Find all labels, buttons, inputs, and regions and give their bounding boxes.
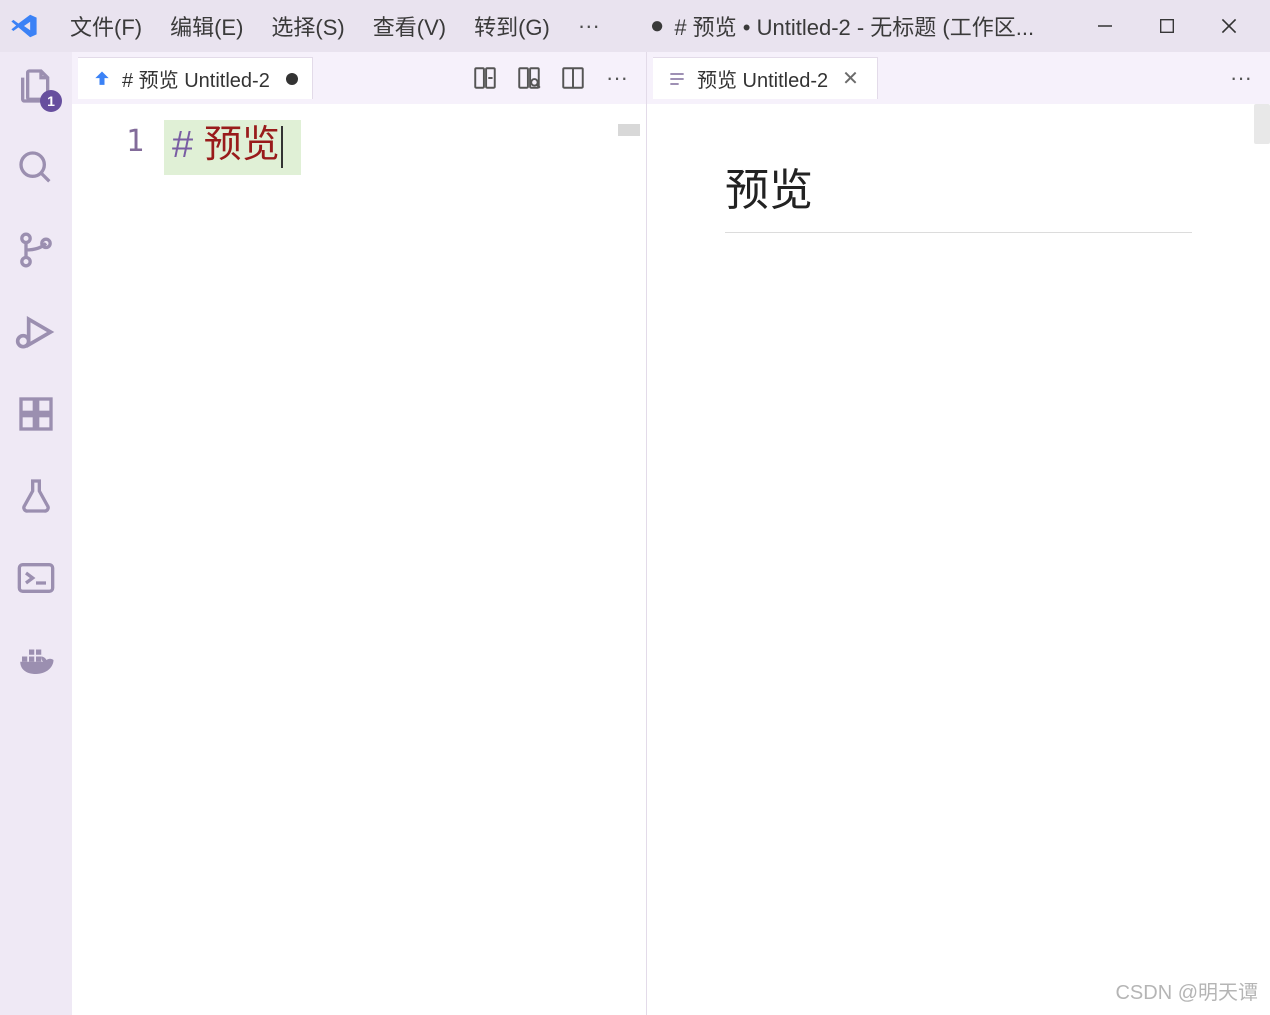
menu-view[interactable]: 查看(V) <box>359 6 460 46</box>
activity-run-debug[interactable] <box>12 308 60 356</box>
line-number-1: 1 <box>72 124 144 159</box>
menu-go[interactable]: 转到(G) <box>460 6 564 46</box>
close-icon <box>1218 15 1240 37</box>
code-area[interactable]: # 预览 <box>164 104 646 1015</box>
ellipsis-icon: ··· <box>606 65 628 91</box>
window-title: ● # 预览 • Untitled-2 - 无标题 (工作区... <box>650 10 1074 42</box>
tab-close-button[interactable]: ✕ <box>838 66 863 91</box>
tab-actions-right: ··· <box>1224 61 1264 95</box>
activity-testing[interactable] <box>12 472 60 520</box>
modified-indicator-icon: ● <box>650 12 665 40</box>
more-actions-right[interactable]: ··· <box>1224 61 1258 95</box>
preview-heading: 预览 <box>725 154 1192 233</box>
activity-extensions[interactable] <box>12 390 60 438</box>
split-editor-button[interactable] <box>556 61 590 95</box>
minimize-button[interactable] <box>1074 0 1136 52</box>
split-horizontal-icon <box>560 65 586 91</box>
tab-modified-dot-icon <box>286 73 298 85</box>
tab-preview-label: 预览 Untitled-2 <box>697 64 828 93</box>
tab-source-label: # 预览 Untitled-2 <box>122 64 270 93</box>
source-control-icon <box>16 230 56 270</box>
compare-icon <box>472 65 498 91</box>
minimap[interactable] <box>618 124 640 136</box>
beaker-icon <box>16 476 56 516</box>
maximize-icon <box>1158 17 1176 35</box>
more-actions-left[interactable]: ··· <box>600 61 634 95</box>
main-area: 1 <box>0 52 1270 1015</box>
ellipsis-icon: ··· <box>1230 65 1252 91</box>
debug-icon <box>14 310 58 354</box>
docker-icon <box>15 639 57 681</box>
minimize-icon <box>1095 16 1115 36</box>
editor-pane-preview: 预览 Untitled-2 ✕ ··· 预览 <box>647 52 1270 1015</box>
scrollbar-vertical[interactable] <box>1254 104 1270 144</box>
activity-explorer[interactable]: 1 <box>12 62 60 110</box>
explorer-badge: 1 <box>40 90 62 112</box>
preview-file-icon <box>667 69 687 89</box>
activity-remote[interactable] <box>12 554 60 602</box>
open-changes-button[interactable] <box>468 61 502 95</box>
close-window-button[interactable] <box>1198 0 1260 52</box>
window-title-text: # 预览 • Untitled-2 - 无标题 (工作区... <box>674 10 1034 42</box>
markdown-preview[interactable]: 预览 <box>647 104 1270 1015</box>
activity-search[interactable] <box>12 144 60 192</box>
menu-overflow-icon[interactable]: ··· <box>564 9 614 43</box>
preview-side-icon <box>516 65 542 91</box>
activity-source-control[interactable] <box>12 226 60 274</box>
markdown-heading-text: 预览 <box>204 124 280 166</box>
code-line-1: # 预览 <box>164 120 301 175</box>
markdown-file-icon <box>92 69 112 89</box>
menu-select[interactable]: 选择(S) <box>257 6 358 46</box>
activity-bar: 1 <box>0 52 72 1015</box>
tab-preview[interactable]: 预览 Untitled-2 ✕ <box>653 57 878 99</box>
terminal-icon <box>16 558 56 598</box>
vscode-logo-icon <box>10 12 38 40</box>
editor-groups: # 预览 Untitled-2 ··· <box>72 52 1270 1015</box>
source-editor[interactable]: 1 # 预览 <box>72 104 646 1015</box>
line-gutter: 1 <box>72 104 164 1015</box>
markdown-heading-marker: # <box>172 124 204 166</box>
maximize-button[interactable] <box>1136 0 1198 52</box>
activity-docker[interactable] <box>12 636 60 684</box>
search-icon <box>16 148 56 188</box>
window-controls <box>1074 0 1260 52</box>
text-cursor <box>281 126 283 168</box>
open-preview-side-button[interactable] <box>512 61 546 95</box>
watermark-text: CSDN @明天谭 <box>1115 976 1258 1005</box>
menu-file[interactable]: 文件(F) <box>56 6 156 46</box>
menu-edit[interactable]: 编辑(E) <box>156 6 257 46</box>
extensions-icon <box>16 394 56 434</box>
title-bar: 文件(F) 编辑(E) 选择(S) 查看(V) 转到(G) ··· ● # 预览… <box>0 0 1270 52</box>
tab-bar-right: 预览 Untitled-2 ✕ ··· <box>647 52 1270 104</box>
tab-bar-left: # 预览 Untitled-2 ··· <box>72 52 646 104</box>
tab-actions-left: ··· <box>468 61 640 95</box>
tab-source[interactable]: # 预览 Untitled-2 <box>78 57 313 99</box>
editor-pane-source: # 预览 Untitled-2 ··· <box>72 52 647 1015</box>
